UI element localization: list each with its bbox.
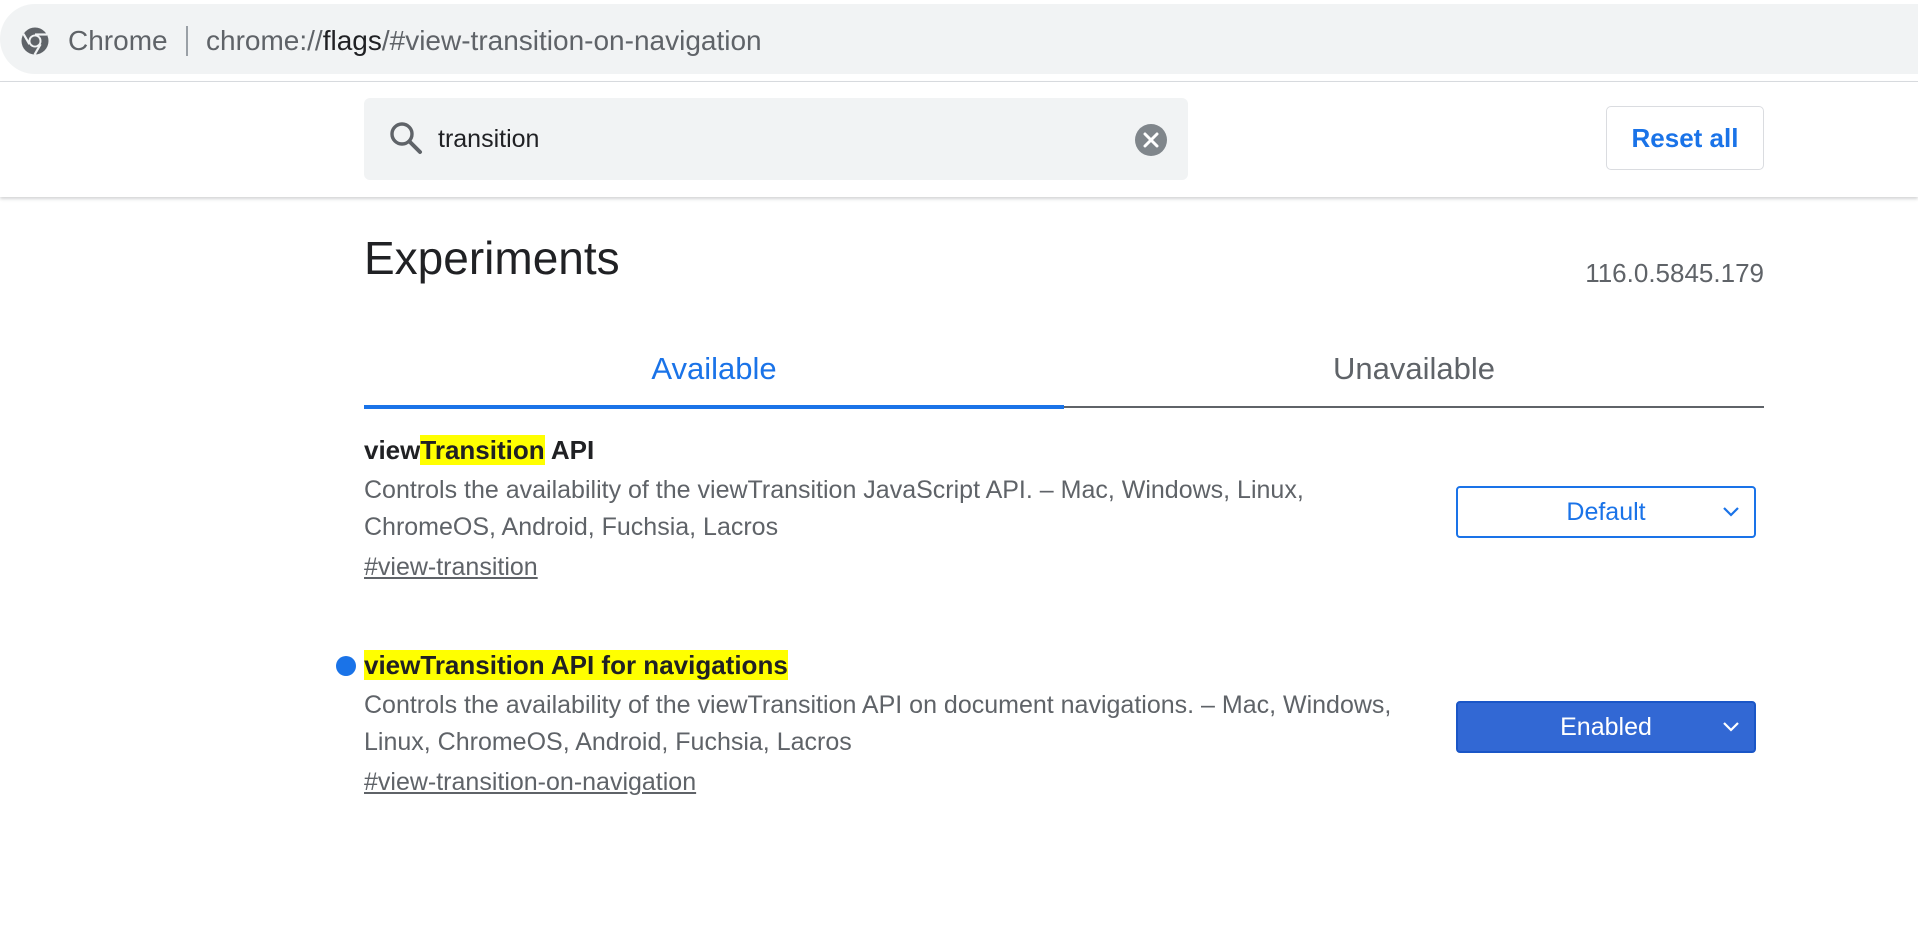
chrome-logo-icon [21,27,49,56]
tab-unavailable[interactable]: Unavailable [1064,330,1764,408]
search-input[interactable] [438,118,1078,160]
url-path: /#view-transition-on-navigation [381,25,762,56]
url-text[interactable]: chrome://flags/#view-transition-on-navig… [206,23,762,59]
experiment-title-text: view [364,435,421,465]
experiment-permalink[interactable]: #view-transition [364,550,538,584]
omnibox-separator [186,26,188,56]
url-scheme: chrome:// [206,25,323,56]
reset-all-button[interactable]: Reset all [1606,106,1764,170]
address-bar[interactable]: Chrome chrome://flags/#view-transition-o… [0,4,1918,74]
experiment-description: Controls the availability of the viewTra… [364,691,1392,756]
origin-label: Chrome [68,25,168,56]
flags-search-header: Reset all [0,82,1918,197]
clear-circle-icon[interactable] [1134,123,1168,157]
select-value: Enabled [1560,712,1652,741]
search-match-highlight: Transition [420,435,545,465]
experiment-title: viewTransition API for navigations [364,643,1764,687]
version-label: 116.0.5845.179 [1585,258,1764,288]
chevron-down-icon [1723,507,1739,517]
tab-available[interactable]: Available [364,330,1064,408]
experiment-state-select[interactable]: Enabled [1456,701,1756,753]
experiment-permalink[interactable]: #view-transition-on-navigation [364,765,696,799]
experiment-title-text: API [544,435,595,465]
experiment-description: Controls the availability of the viewTra… [364,476,1304,541]
search-box[interactable] [364,98,1188,180]
experiment-state-select[interactable]: Default [1456,486,1756,538]
active-tab-indicator [364,405,1064,409]
modified-dot-icon [336,656,356,676]
experiment-title: viewTransition API [364,428,1764,472]
experiment-item: viewTransition API Controls the availabi… [364,428,1764,584]
select-value: Default [1566,497,1646,526]
experiment-item: viewTransition API for navigations Contr… [336,643,1764,799]
url-host: flags [322,25,382,56]
search-icon [390,122,422,154]
search-match-highlight: viewTransition API for navigations [364,650,788,680]
page-title: Experiments [364,232,620,284]
tab-bar: Available Unavailable [364,330,1764,410]
chevron-down-icon [1723,722,1739,732]
